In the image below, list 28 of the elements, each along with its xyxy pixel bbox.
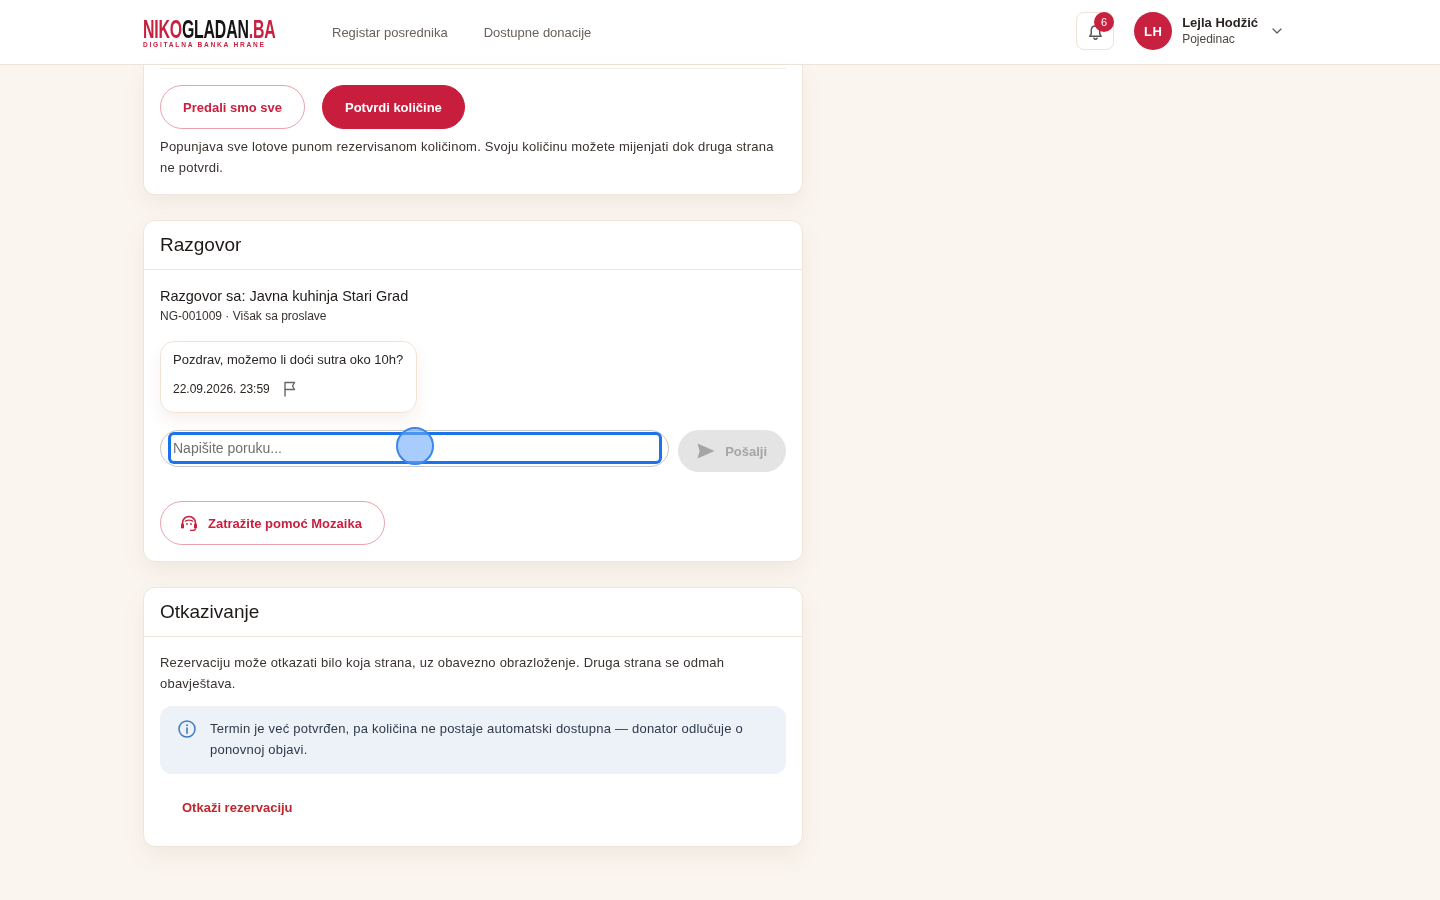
message-text: Pozdrav, možemo li doći sutra oko 10h? xyxy=(173,351,404,369)
message-time: 22.09.2026. 23:59 xyxy=(173,382,270,396)
flag-icon[interactable] xyxy=(282,381,297,397)
confirm-quantities-button[interactable]: Potvrdi količine xyxy=(322,85,465,129)
handed-over-button[interactable]: Predali smo sve xyxy=(160,85,305,129)
touch-indicator-icon xyxy=(396,427,434,465)
card-title: Otkazivanje xyxy=(160,601,260,623)
notifications-button[interactable]: 6 xyxy=(1076,12,1115,50)
logo-wordmark[interactable]: NIKOGLADAN.BA xyxy=(143,17,276,40)
nav-link[interactable]: Registar posrednika xyxy=(332,24,448,40)
cancel-reservation-link[interactable]: Otkaži rezervaciju xyxy=(160,785,315,829)
cancellation-text: Rezervaciju može otkazati bilo koja strana, uz obavezno obrazloženje. Druga strana se odmah obavještava. xyxy=(160,654,726,693)
quantities-note: Popunjava sve lotove punom rezervisanom količinom. Svoju količinu možete mijenjati dok druga strana ne potvrdi. xyxy=(160,138,775,177)
card-title: Razgovor xyxy=(160,234,242,256)
message-field[interactable]: Napišite poruku... xyxy=(160,430,670,467)
info-icon xyxy=(178,720,196,738)
reservation-reference: NG-001009 · Višak sa proslave xyxy=(160,308,328,324)
chevron-down-icon[interactable] xyxy=(1272,28,1282,34)
conversation-partner: Razgovor sa: Javna kuhinja Stari Grad xyxy=(160,287,410,306)
nav-link[interactable]: Dostupne donacije xyxy=(483,24,592,40)
user-role: Pojedinac xyxy=(1182,31,1236,47)
notice-text: Termin je već potvrđen, pa količina ne postaje automatski dostupna — donator odlučuje o ponovnoj objavi. xyxy=(210,720,744,759)
user-name: Lejla Hodžić xyxy=(1182,15,1258,31)
help-button[interactable]: Zatražite pomoć Mozaika xyxy=(160,501,385,545)
notification-badge: 6 xyxy=(1094,12,1115,32)
send-icon xyxy=(697,443,716,459)
headset-icon xyxy=(180,515,198,531)
user-avatar[interactable]: LH xyxy=(1134,12,1173,50)
